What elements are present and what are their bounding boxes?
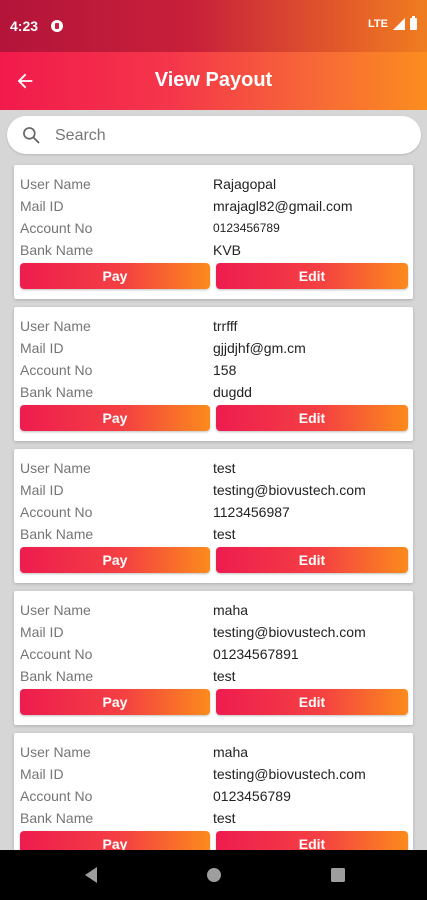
payout-card: User Name maha Mail ID testing@biovustec… — [14, 733, 413, 850]
account-no-label: Account No — [20, 504, 93, 520]
search-input[interactable] — [53, 121, 407, 151]
page-title: View Payout — [154, 69, 273, 91]
network-type-label: LTE — [368, 18, 388, 30]
account-no-label: Account No — [20, 220, 93, 236]
user-name-value: trrfff — [213, 318, 238, 334]
user-name-label: User Name — [20, 318, 91, 334]
edit-button[interactable]: Edit — [216, 689, 408, 715]
user-name-label: User Name — [20, 744, 91, 760]
nav-back-icon[interactable] — [80, 865, 102, 885]
account-no-value: 0123456789 — [213, 788, 291, 804]
bank-name-label: Bank Name — [20, 384, 94, 400]
bank-name-label: Bank Name — [20, 668, 94, 684]
search-bar[interactable] — [7, 116, 421, 154]
pay-button[interactable]: Pay — [20, 689, 210, 715]
nav-recents-icon[interactable] — [327, 865, 349, 885]
bank-name-label: Bank Name — [20, 810, 94, 826]
user-name-value: maha — [213, 744, 249, 760]
user-name-label: User Name — [20, 176, 91, 192]
mail-id-value: testing@biovustech.com — [213, 482, 366, 498]
mail-id-label: Mail ID — [20, 340, 64, 356]
status-indicators: LTE — [368, 16, 417, 30]
bank-name-value: dugdd — [213, 384, 252, 400]
edit-button[interactable]: Edit — [216, 547, 408, 573]
account-no-label: Account No — [20, 362, 93, 378]
bank-name-value: KVB — [213, 242, 242, 258]
bank-name-label: Bank Name — [20, 242, 94, 258]
account-no-value: 01234567891 — [213, 646, 299, 662]
mail-id-value: gjjdjhf@gm.cm — [213, 340, 306, 356]
bank-name-label: Bank Name — [20, 526, 94, 542]
mail-id-label: Mail ID — [20, 766, 64, 782]
status-bar: 4:23 LTE — [0, 0, 427, 52]
payout-list[interactable]: User Name Rajagopal Mail ID mrajagl82@gm… — [0, 160, 427, 850]
account-no-value: 1123456987 — [213, 504, 290, 520]
system-navigation-bar — [0, 850, 427, 900]
user-name-label: User Name — [20, 602, 91, 618]
pay-button[interactable]: Pay — [20, 547, 210, 573]
notification-app-icon — [51, 20, 63, 32]
account-no-label: Account No — [20, 646, 93, 662]
pay-button[interactable]: Pay — [20, 405, 210, 431]
battery-icon — [410, 16, 417, 30]
mail-id-label: Mail ID — [20, 198, 64, 214]
payout-card: User Name Rajagopal Mail ID mrajagl82@gm… — [14, 165, 413, 299]
bank-name-value: test — [213, 668, 236, 684]
mail-id-label: Mail ID — [20, 482, 64, 498]
account-no-value: 0123456789 — [213, 221, 280, 235]
account-no-value: 158 — [213, 362, 237, 378]
account-no-label: Account No — [20, 788, 93, 804]
mail-id-value: testing@biovustech.com — [213, 624, 366, 640]
user-name-value: maha — [213, 602, 249, 618]
bank-name-value: test — [213, 810, 236, 826]
payout-card: User Name maha Mail ID testing@biovustec… — [14, 591, 413, 725]
payout-card: User Name trrfff Mail ID gjjdjhf@gm.cm A… — [14, 307, 413, 441]
user-name-label: User Name — [20, 460, 91, 476]
mail-id-value: testing@biovustech.com — [213, 766, 366, 782]
edit-button[interactable]: Edit — [216, 263, 408, 289]
signal-icon — [393, 18, 405, 30]
payout-card: User Name test Mail ID testing@biovustec… — [14, 449, 413, 583]
bank-name-value: test — [213, 526, 236, 542]
edit-button[interactable]: Edit — [216, 831, 408, 850]
pay-button[interactable]: Pay — [20, 831, 210, 850]
status-time: 4:23 — [10, 18, 39, 34]
edit-button[interactable]: Edit — [216, 405, 408, 431]
user-name-value: Rajagopal — [213, 176, 277, 192]
mail-id-value: mrajagl82@gmail.com — [213, 198, 353, 214]
app-bar: View Payout — [0, 52, 427, 110]
mail-id-label: Mail ID — [20, 624, 64, 640]
pay-button[interactable]: Pay — [20, 263, 210, 289]
user-name-value: test — [213, 460, 236, 476]
nav-home-icon[interactable] — [203, 865, 225, 885]
search-icon — [23, 127, 40, 144]
